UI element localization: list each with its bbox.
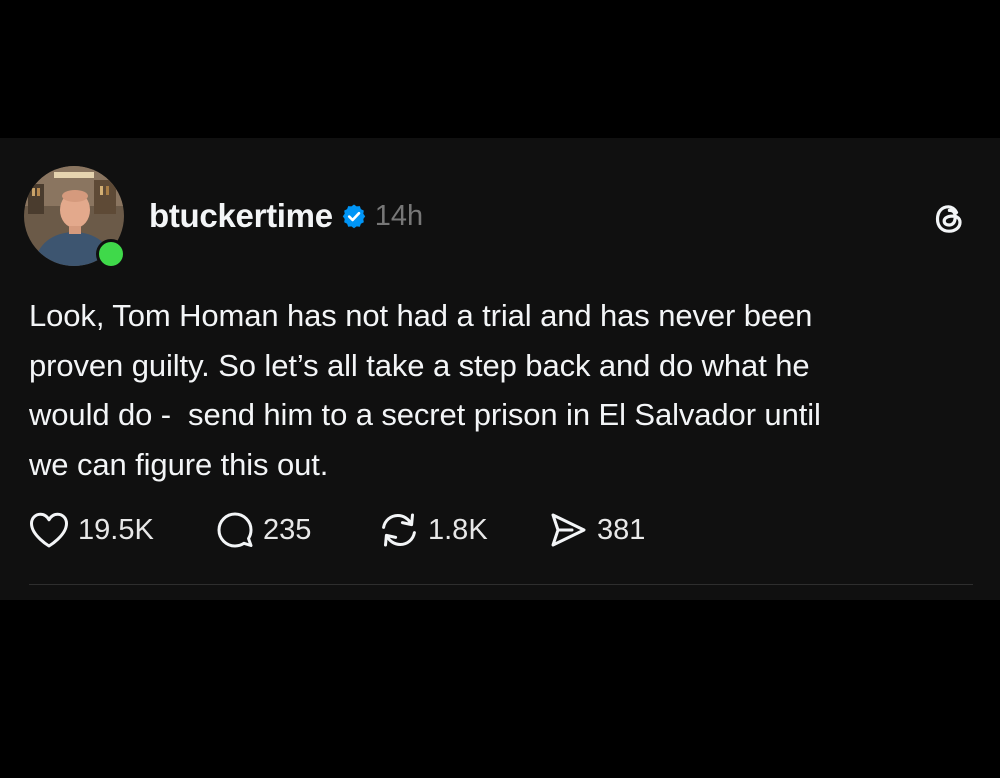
post-actions: 19.5K 235 1.8K 381: [28, 508, 645, 552]
repost-icon: [382, 513, 416, 547]
reply-button[interactable]: 235: [215, 510, 378, 550]
reply-count: 235: [263, 513, 312, 546]
post-header: btuckertime 14h: [149, 194, 423, 238]
post-card: btuckertime 14h Look, Tom Homan has not …: [0, 138, 1000, 600]
repost-button[interactable]: 1.8K: [378, 510, 547, 550]
repost-count: 1.8K: [428, 513, 488, 546]
like-count: 19.5K: [78, 513, 154, 546]
online-status-indicator: [96, 239, 126, 269]
verified-badge-icon: [341, 203, 367, 229]
like-button[interactable]: 19.5K: [28, 511, 215, 549]
page: btuckertime 14h Look, Tom Homan has not …: [0, 0, 1000, 778]
divider: [29, 584, 973, 585]
send-icon: [551, 513, 586, 547]
post-timestamp: 14h: [374, 199, 424, 232]
heart-icon: [30, 512, 68, 548]
speech-bubble-icon: [217, 512, 253, 548]
share-count: 381: [597, 513, 646, 546]
username[interactable]: btuckertime: [149, 197, 333, 235]
share-button[interactable]: 381: [547, 510, 645, 550]
post-text: Look, Tom Homan has not had a trial and …: [29, 298, 821, 482]
threads-logo-icon[interactable]: [930, 200, 968, 238]
